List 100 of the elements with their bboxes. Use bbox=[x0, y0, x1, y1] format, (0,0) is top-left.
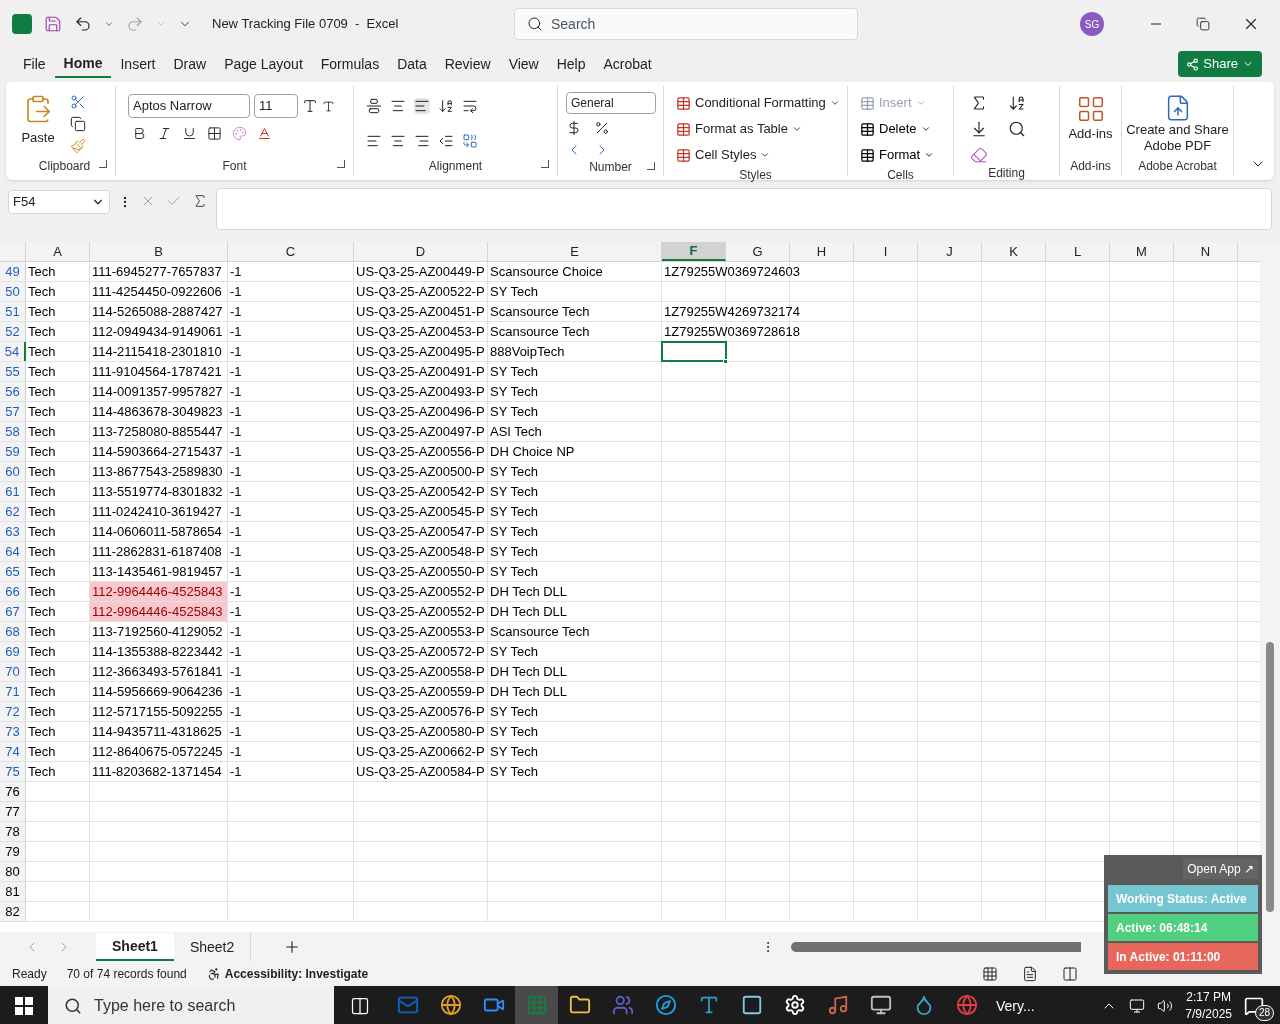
menu-tab[interactable]: Data bbox=[388, 50, 436, 78]
accessibility-status[interactable]: Accessibility: Investigate bbox=[206, 965, 369, 983]
align-center-icon[interactable] bbox=[390, 133, 406, 149]
volume-icon[interactable] bbox=[1157, 998, 1174, 1014]
paste-button[interactable]: Paste bbox=[18, 90, 58, 156]
bottom-align-icon[interactable] bbox=[414, 98, 430, 114]
selection-handle[interactable] bbox=[723, 359, 728, 364]
search-field[interactable]: Search bbox=[514, 8, 858, 40]
dialog-launcher-icon[interactable] bbox=[647, 162, 655, 170]
dialog-launcher-icon[interactable] bbox=[337, 160, 345, 168]
sheet-tab[interactable]: Sheet1 bbox=[96, 933, 174, 961]
italic-icon[interactable] bbox=[157, 126, 172, 141]
undo-icon[interactable] bbox=[74, 15, 92, 33]
sort-filter-icon[interactable] bbox=[1008, 94, 1026, 112]
column-header[interactable]: K bbox=[982, 242, 1046, 261]
row-header[interactable]: 61 bbox=[0, 482, 26, 501]
sheet-tab[interactable]: Sheet2 bbox=[173, 933, 252, 961]
menu-tab[interactable]: Review bbox=[435, 50, 500, 78]
row-header[interactable]: 59 bbox=[0, 442, 26, 461]
percent-icon[interactable] bbox=[594, 120, 610, 136]
row-header[interactable]: 80 bbox=[0, 862, 26, 881]
row-header[interactable]: 75 bbox=[0, 762, 26, 781]
decrease-indent-icon[interactable] bbox=[438, 133, 454, 149]
column-header[interactable]: M bbox=[1110, 242, 1174, 261]
row-header[interactable]: 77 bbox=[0, 802, 26, 821]
weather-text[interactable]: Very... bbox=[996, 995, 1035, 1017]
caret-icon[interactable] bbox=[104, 19, 114, 29]
formula-field[interactable] bbox=[216, 188, 1272, 230]
copy-icon[interactable] bbox=[70, 116, 86, 132]
menu-tab[interactable]: Draw bbox=[164, 50, 216, 78]
row-header[interactable]: 68 bbox=[0, 622, 26, 641]
menu-tab[interactable]: Home bbox=[54, 50, 112, 78]
middle-align-icon[interactable] bbox=[390, 98, 406, 114]
clock-time[interactable]: 2:17 PM bbox=[1186, 989, 1231, 1006]
font-color-icon[interactable] bbox=[257, 126, 272, 141]
align-right-icon[interactable] bbox=[414, 133, 430, 149]
row-header[interactable]: 55 bbox=[0, 362, 26, 381]
row-header[interactable]: 70 bbox=[0, 662, 26, 681]
menu-tab[interactable]: Help bbox=[547, 50, 595, 78]
menu-tab[interactable]: Insert bbox=[111, 50, 165, 78]
styles-menu-button[interactable]: Cell Styles bbox=[676, 144, 840, 166]
menu-tab[interactable]: View bbox=[499, 50, 548, 78]
wrap-text-icon[interactable] bbox=[462, 98, 478, 114]
row-header[interactable]: 63 bbox=[0, 522, 26, 541]
row-header[interactable]: 65 bbox=[0, 562, 26, 581]
row-header[interactable]: 78 bbox=[0, 822, 26, 841]
row-header[interactable]: 64 bbox=[0, 542, 26, 561]
column-header[interactable]: B bbox=[90, 242, 228, 261]
row-header[interactable]: 72 bbox=[0, 702, 26, 721]
cells-menu-button[interactable]: Delete bbox=[860, 118, 935, 140]
insert-function-icon[interactable] bbox=[192, 193, 208, 209]
row-header[interactable]: 66 bbox=[0, 582, 26, 601]
row-header[interactable]: 69 bbox=[0, 642, 26, 661]
styles-menu-button[interactable]: Format as Table bbox=[676, 118, 840, 140]
font-name-field[interactable]: Aptos Narrow bbox=[128, 94, 250, 118]
add-ins-button[interactable]: Add-ins bbox=[1064, 90, 1117, 156]
row-header[interactable]: 71 bbox=[0, 682, 26, 701]
row-header[interactable]: 49 bbox=[0, 262, 26, 281]
row-header[interactable]: 57 bbox=[0, 402, 26, 421]
column-header[interactable]: J bbox=[918, 242, 982, 261]
avatar[interactable]: SG bbox=[1080, 12, 1104, 36]
menu-tab[interactable]: Acrobat bbox=[594, 50, 661, 78]
menu-tab[interactable]: Page Layout bbox=[215, 50, 312, 78]
clear-icon[interactable] bbox=[970, 146, 988, 164]
row-header[interactable]: 62 bbox=[0, 502, 26, 521]
page-layout-icon[interactable] bbox=[1022, 966, 1038, 982]
row-header[interactable]: 73 bbox=[0, 722, 26, 741]
row-header[interactable]: 56 bbox=[0, 382, 26, 401]
row-header[interactable]: 74 bbox=[0, 742, 26, 761]
decrease-font-icon[interactable] bbox=[322, 99, 335, 113]
row-header[interactable]: 79 bbox=[0, 842, 26, 861]
cut-icon[interactable] bbox=[70, 94, 86, 110]
row-header[interactable]: 52 bbox=[0, 322, 26, 341]
clock-date[interactable]: 7/9/2025 bbox=[1185, 1006, 1232, 1023]
network-icon[interactable] bbox=[1129, 998, 1146, 1014]
orientation-icon[interactable] bbox=[438, 98, 454, 114]
share-button[interactable]: Share bbox=[1178, 51, 1262, 77]
currency-icon[interactable] bbox=[566, 120, 582, 136]
row-header[interactable]: 50 bbox=[0, 282, 26, 301]
row-header[interactable]: 76 bbox=[0, 782, 26, 801]
format-painter-icon[interactable] bbox=[70, 138, 86, 154]
row-header[interactable]: 82 bbox=[0, 902, 26, 921]
fill-icon[interactable] bbox=[970, 120, 988, 138]
create-pdf-button[interactable]: Create and Share Adobe PDF bbox=[1126, 90, 1229, 156]
menu-tab[interactable]: File bbox=[14, 50, 55, 78]
increase-font-icon[interactable] bbox=[302, 98, 318, 114]
align-left-icon[interactable] bbox=[366, 133, 382, 149]
save-icon[interactable] bbox=[44, 15, 62, 33]
normal-view-icon[interactable] bbox=[982, 966, 998, 982]
dialog-launcher-icon[interactable] bbox=[99, 160, 107, 168]
taskbar-search-field[interactable]: Type here to search bbox=[48, 986, 334, 1024]
horizontal-scrollbar[interactable] bbox=[791, 942, 1082, 952]
top-align-icon[interactable] bbox=[366, 98, 382, 114]
restore-icon[interactable] bbox=[1196, 17, 1210, 31]
menu-tab[interactable]: Formulas bbox=[311, 50, 389, 78]
page-break-icon[interactable] bbox=[1062, 966, 1078, 982]
task-view-icon[interactable] bbox=[350, 996, 370, 1016]
column-header[interactable]: C bbox=[228, 242, 354, 261]
dialog-launcher-icon[interactable] bbox=[541, 160, 549, 168]
fill-color-icon[interactable] bbox=[232, 126, 247, 141]
